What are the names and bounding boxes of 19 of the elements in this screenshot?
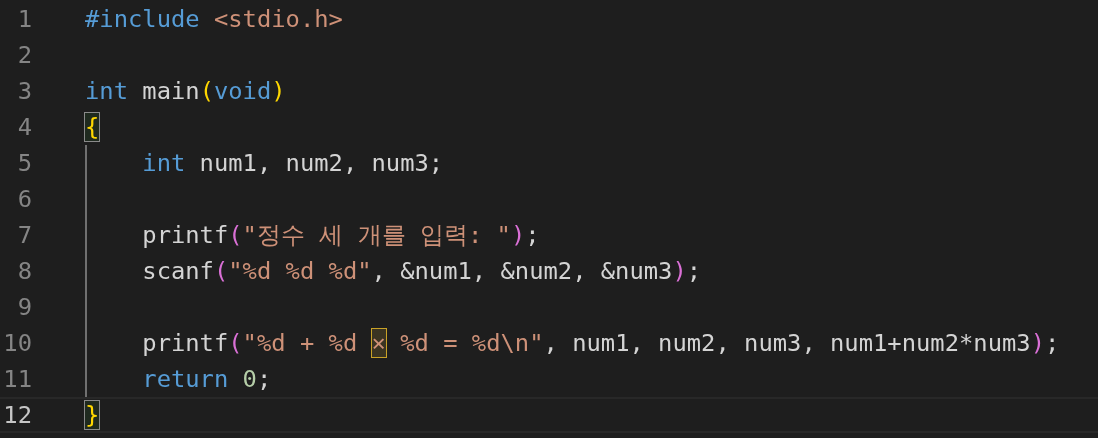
code-line: scanf("%d %d %d", &num1, &num2, &num3); [141,257,702,285]
line-number: 3 [16,77,32,105]
line-number: 2 [16,41,32,69]
line-number: 5 [16,149,32,177]
line-number: 4 [16,113,32,141]
line-number: 1 [16,5,32,33]
line-number: 8 [16,257,32,285]
line-number: 10 [2,329,32,357]
code-line: return 0; [141,365,272,393]
code-line: int main(void) [85,77,286,105]
code-line: printf("%d + %d × %d = %d\n", num1, num2, num3, num1+num2*num3); [141,329,1060,357]
line-number: 12 [2,401,32,429]
line-number: 11 [2,365,32,393]
code-line: #include <stdio.h> [85,5,343,33]
code-line: printf("정수 세 개를 입력: "); [141,220,540,251]
line-number: 9 [16,293,32,321]
line-number: 6 [16,185,32,213]
line-number: 7 [16,221,32,249]
code-line: int num1, num2, num3; [141,149,444,177]
